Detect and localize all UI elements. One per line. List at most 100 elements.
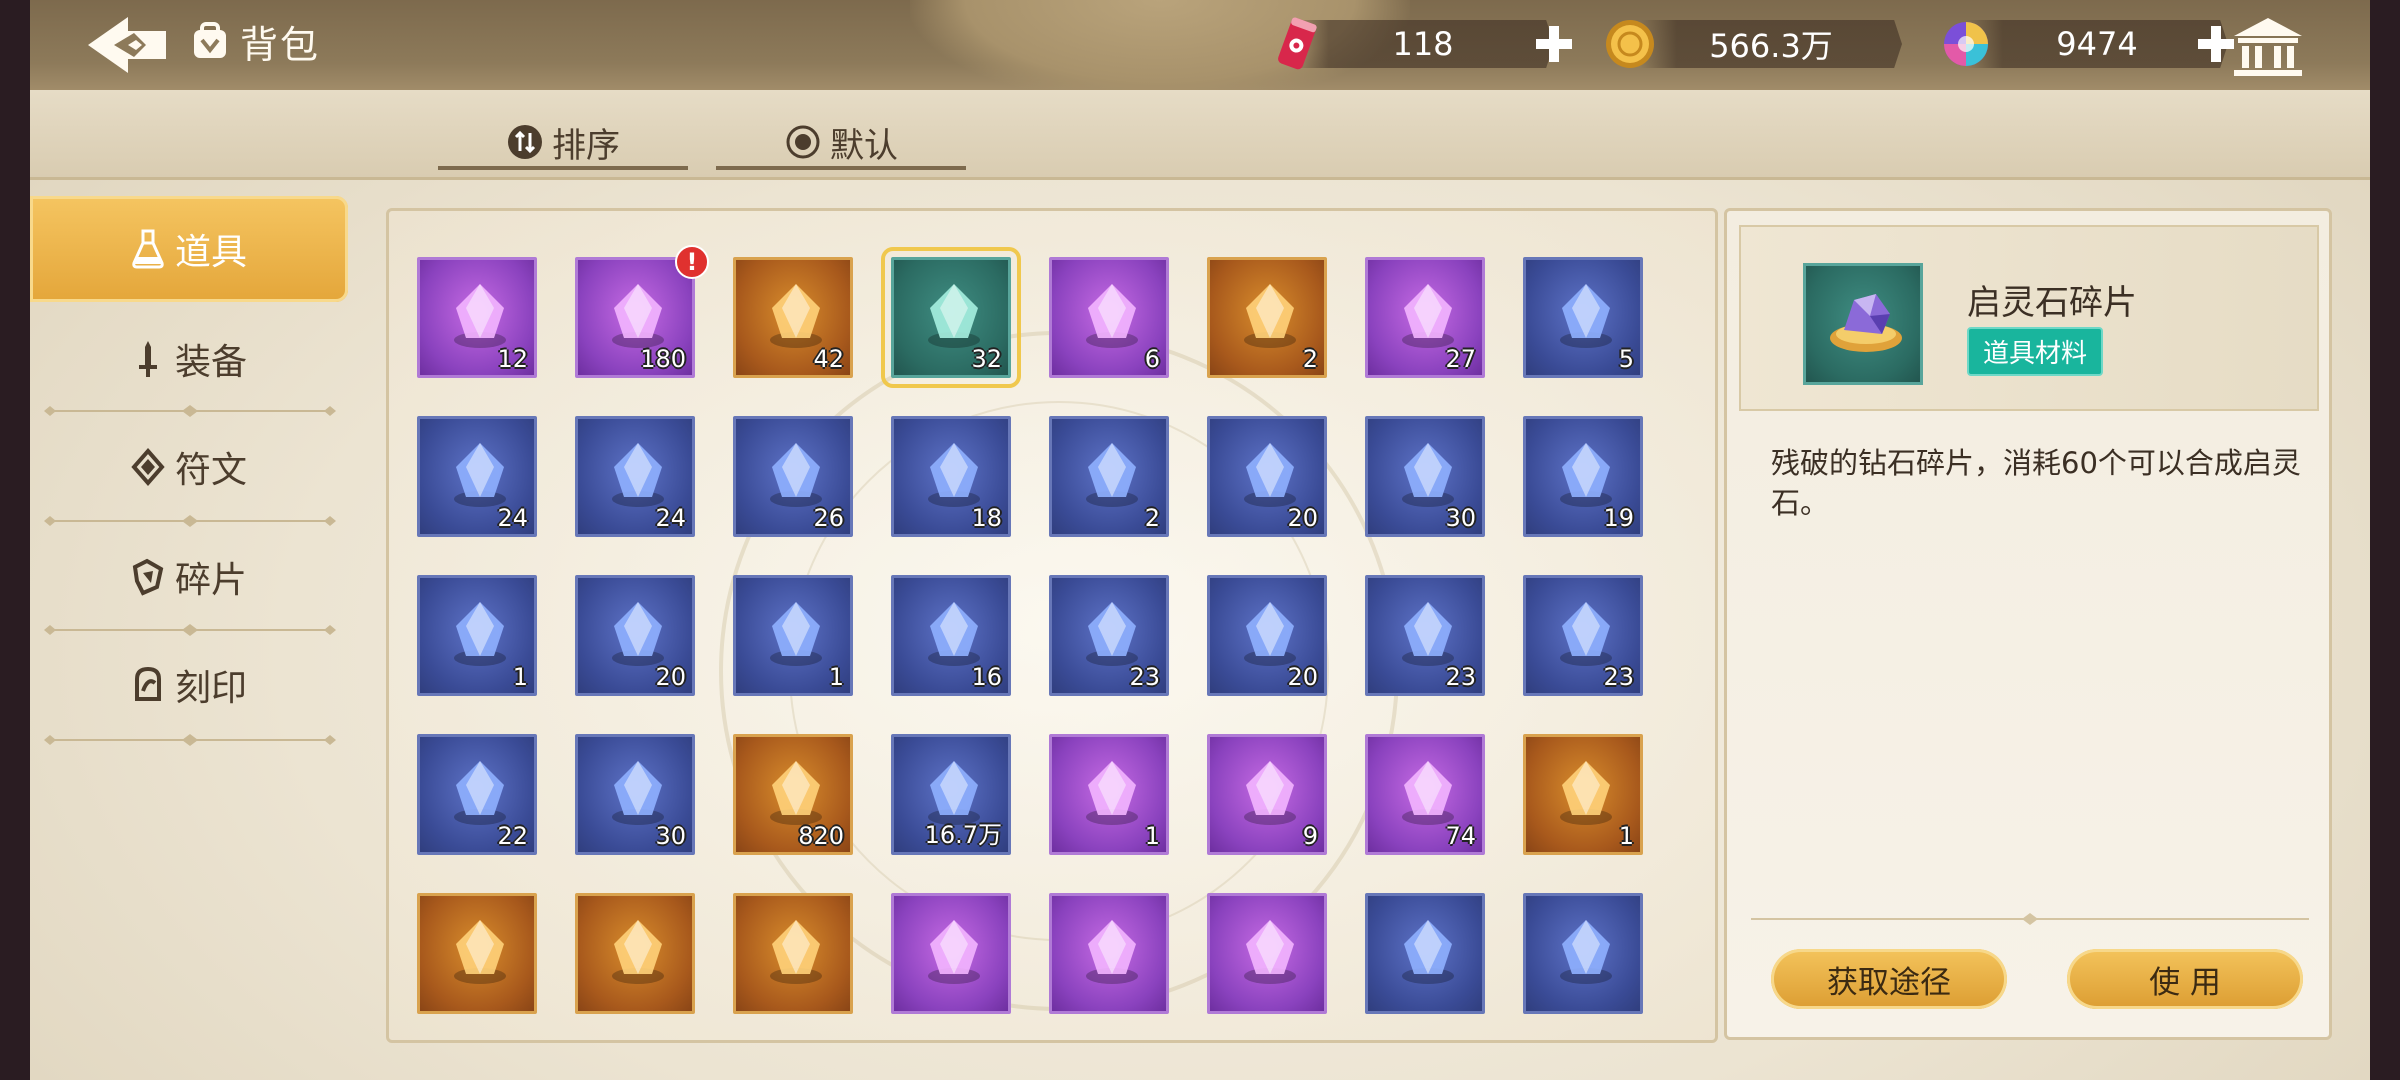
flower-bouquet-icon: [1086, 284, 1138, 348]
item-slot[interactable]: [1523, 893, 1643, 1014]
tab-equipment[interactable]: 装备: [30, 306, 348, 412]
item-slot[interactable]: 1: [1049, 734, 1169, 855]
item-count: 820: [798, 822, 844, 850]
detail-item-name: 启灵石碎片: [1967, 283, 2137, 323]
tab-runes[interactable]: 符文: [30, 414, 348, 520]
item-slot[interactable]: 22: [417, 734, 537, 855]
top-bar: 背包 118 566.3万 9474: [30, 0, 2370, 105]
item-count: 74: [1445, 822, 1476, 850]
item-slot[interactable]: 180: [575, 257, 695, 378]
item-slot[interactable]: 16.7万: [891, 734, 1011, 855]
diamond-fragment-icon: [1830, 294, 1902, 352]
back-button[interactable]: [82, 12, 172, 78]
item-slot[interactable]: 23: [1049, 575, 1169, 696]
item-count: 19: [1603, 504, 1634, 532]
item-slot[interactable]: [575, 893, 695, 1014]
item-slot[interactable]: 820: [733, 734, 853, 855]
radio-dot-icon: [786, 125, 820, 159]
item-slot[interactable]: 24: [575, 416, 695, 537]
back-arrow-icon: [88, 17, 166, 73]
item-slot[interactable]: 42: [733, 257, 853, 378]
teal-swirl-coin-icon: [1402, 920, 1454, 984]
item-slot[interactable]: 24: [417, 416, 537, 537]
page-title: 背包: [240, 23, 321, 67]
item-count: 23: [1129, 663, 1160, 691]
item-count: 2: [1302, 345, 1318, 373]
item-slot[interactable]: 20: [575, 575, 695, 696]
stamina-value: 118: [1392, 25, 1454, 63]
gold-value: 566.3万: [1709, 27, 1833, 65]
item-slot[interactable]: [733, 893, 853, 1014]
item-slot[interactable]: 30: [1365, 416, 1485, 537]
item-slot[interactable]: 30: [575, 734, 695, 855]
potion-flask-icon: [132, 229, 164, 269]
item-slot[interactable]: [891, 893, 1011, 1014]
item-slot[interactable]: 2: [1049, 416, 1169, 537]
item-slot[interactable]: 5: [1523, 257, 1643, 378]
item-grid-panel[interactable]: 12 180 42 32 6 2 27 5 24 24 26 18 2 20 30 19 1 20 1 16 23 20 2…: [386, 208, 1718, 1043]
tools-icon: [1244, 920, 1296, 984]
sort-button[interactable]: 排序: [438, 118, 688, 170]
item-slot[interactable]: [1207, 893, 1327, 1014]
item-slot[interactable]: 6: [1049, 257, 1169, 378]
dagger-icon: [1244, 761, 1296, 825]
item-slot[interactable]: 27: [1365, 257, 1485, 378]
item-detail-panel: 启灵石碎片 道具材料 残破的钻石碎片，消耗60个可以合成启灵石。 获取途径 使 …: [1724, 208, 2332, 1040]
item-slot[interactable]: 19: [1523, 416, 1643, 537]
item-count: 20: [1287, 504, 1318, 532]
item-slot[interactable]: 2: [1207, 257, 1327, 378]
item-slot[interactable]: 16: [891, 575, 1011, 696]
item-count: 22: [497, 822, 528, 850]
use-item-button[interactable]: 使 用: [2067, 949, 2303, 1009]
stamina-counter: 118: [1292, 20, 1554, 68]
item-slot[interactable]: 23: [1365, 575, 1485, 696]
item-count: 30: [1445, 504, 1476, 532]
item-slot[interactable]: 18: [891, 416, 1011, 537]
ticket-card-icon: [770, 920, 822, 984]
detail-item-tag: 道具材料: [1967, 327, 2104, 376]
item-slot[interactable]: 9: [1207, 734, 1327, 855]
item-count: 16: [971, 663, 1002, 691]
item-slot[interactable]: 32: [881, 247, 1021, 388]
item-count: 18: [971, 504, 1002, 532]
item-count: 24: [655, 504, 686, 532]
item-slot[interactable]: [417, 893, 537, 1014]
detail-thumbnail: [1803, 263, 1923, 385]
default-filter-button[interactable]: 默认: [716, 118, 966, 170]
tab-runes-label: 符文: [174, 450, 247, 491]
inventory-screen: 背包 118 566.3万 9474 排序 默认 道具 装备 符文 碎片 刻印 …: [30, 0, 2370, 1080]
sword-icon: [138, 341, 157, 377]
item-slot[interactable]: [1365, 893, 1485, 1014]
tab-fragments[interactable]: 碎片: [30, 524, 348, 630]
item-count: 20: [655, 663, 686, 691]
alert-badge: !: [675, 245, 709, 279]
golden-key-icon: [1086, 920, 1138, 984]
museum-button[interactable]: [2230, 14, 2306, 80]
golden-apple-icon: [770, 602, 822, 666]
item-slot[interactable]: 12: [417, 257, 537, 378]
tab-seals[interactable]: 刻印: [30, 632, 348, 738]
add-stamina-button[interactable]: [1532, 22, 1576, 66]
item-count: 12: [497, 345, 528, 373]
item-slot[interactable]: 23: [1523, 575, 1643, 696]
item-slot[interactable]: 1: [1523, 734, 1643, 855]
item-slot[interactable]: [1049, 893, 1169, 1014]
orange-potion-icon: [1086, 443, 1138, 507]
item-slot[interactable]: 26: [733, 416, 853, 537]
tab-equipment-label: 装备: [174, 342, 247, 383]
item-slot[interactable]: 74: [1365, 734, 1485, 855]
page-title-group: 背包: [190, 14, 320, 69]
item-slot[interactable]: 1: [733, 575, 853, 696]
gem-value: 9474: [2056, 25, 2138, 63]
green-crystal-icon: [1560, 284, 1612, 348]
item-slot[interactable]: 20: [1207, 575, 1327, 696]
item-count: 24: [497, 504, 528, 532]
detail-header: 启灵石碎片 道具材料: [1739, 225, 2319, 411]
seal-icon: [134, 666, 161, 701]
tab-items[interactable]: 道具: [30, 196, 348, 302]
item-count: 1: [512, 663, 528, 691]
obtain-source-button[interactable]: 获取途径: [1771, 949, 2007, 1009]
item-count: 26: [813, 504, 844, 532]
item-slot[interactable]: 20: [1207, 416, 1327, 537]
item-slot[interactable]: 1: [417, 575, 537, 696]
